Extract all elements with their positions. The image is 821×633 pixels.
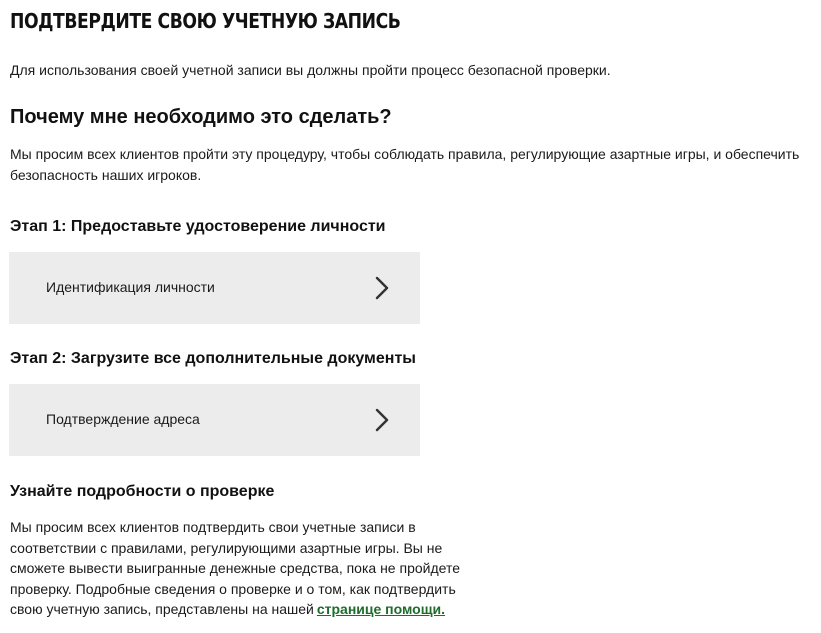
address-verification-card[interactable]: Подтверждение адреса: [9, 384, 420, 456]
identity-verification-label: Идентификация личности: [46, 279, 215, 295]
step-2-heading: Этап 2: Загрузите все дополнительные док…: [10, 350, 416, 367]
more-info-heading: Узнайте подробности о проверке: [10, 483, 275, 500]
chevron-right-icon: [375, 408, 389, 432]
more-info-text: Мы просим всех клиентов подтвердить свои…: [10, 517, 480, 620]
why-text: Мы просим всех клиентов пройти эту проце…: [10, 146, 800, 183]
address-verification-label: Подтверждение адреса: [46, 411, 200, 427]
intro-text: Для использования своей учетной записи в…: [10, 62, 611, 78]
help-page-link[interactable]: странице помощи.: [317, 601, 445, 617]
chevron-right-icon: [375, 276, 389, 300]
why-heading: Почему мне необходимо это сделать?: [10, 106, 392, 128]
page-title: ПОДТВЕРДИТЕ СВОЮ УЧЕТНУЮ ЗАПИСЬ: [10, 9, 401, 33]
step-1-heading: Этап 1: Предоставьте удостоверение лично…: [10, 218, 386, 235]
identity-verification-card[interactable]: Идентификация личности: [9, 252, 420, 324]
